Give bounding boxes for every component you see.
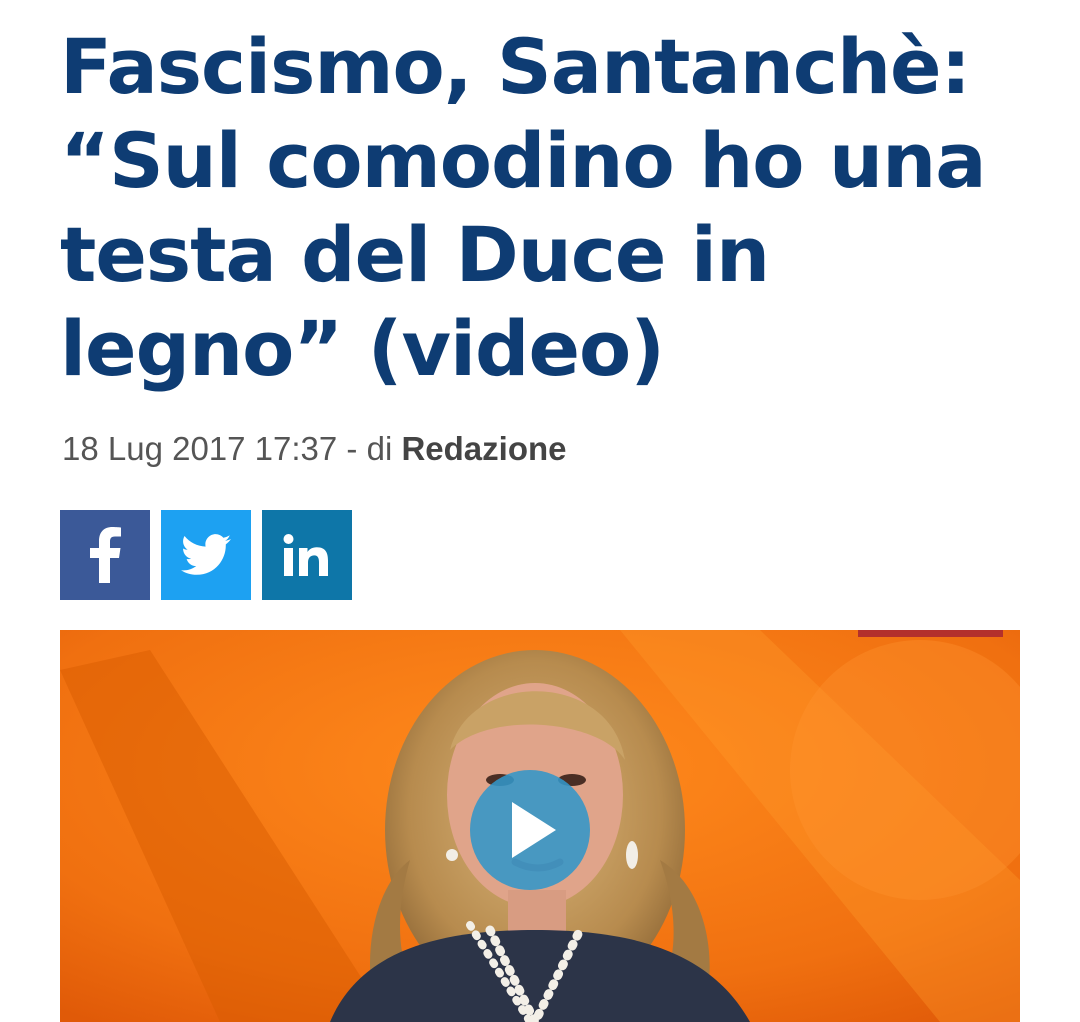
facebook-share-button[interactable] bbox=[60, 510, 150, 600]
play-icon bbox=[512, 802, 556, 858]
author-prefix: - di bbox=[337, 430, 402, 467]
article-date: 18 Lug 2017 17:37 bbox=[62, 430, 338, 467]
article-author[interactable]: Redazione bbox=[401, 430, 566, 467]
article-meta: 18 Lug 2017 17:37 - di Redazione bbox=[62, 430, 567, 468]
video-player[interactable] bbox=[60, 630, 1020, 1022]
play-button[interactable] bbox=[470, 770, 590, 890]
article-title: Fascismo, Santanchè: “Sul comodino ho un… bbox=[60, 22, 986, 393]
twitter-share-button[interactable] bbox=[161, 510, 251, 600]
facebook-icon bbox=[90, 527, 121, 583]
linkedin-share-button[interactable] bbox=[262, 510, 352, 600]
linkedin-icon bbox=[283, 534, 328, 576]
share-bar bbox=[60, 510, 352, 600]
twitter-icon bbox=[181, 534, 231, 575]
